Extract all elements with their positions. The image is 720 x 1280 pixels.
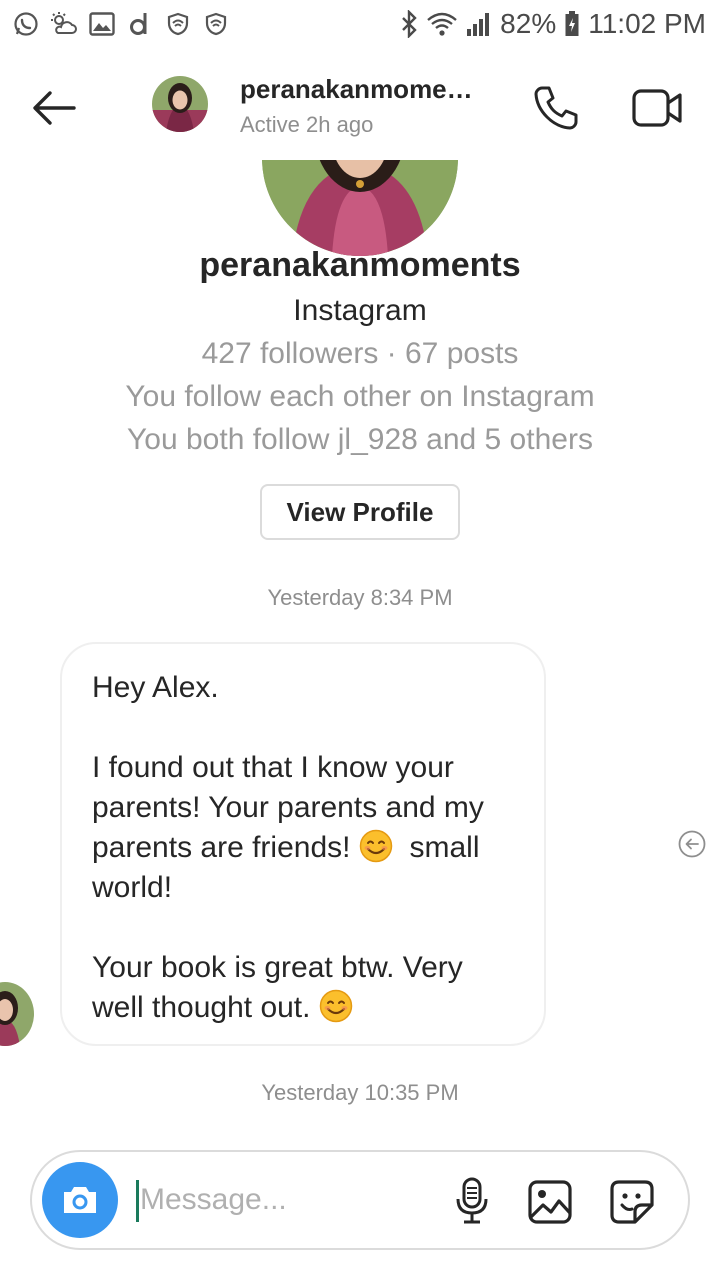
video-camera-icon bbox=[632, 89, 682, 127]
message-input[interactable] bbox=[140, 1174, 440, 1226]
smiling-emoji-icon bbox=[319, 989, 353, 1023]
back-arrow-icon bbox=[33, 91, 76, 125]
microphone-icon bbox=[456, 1177, 488, 1224]
active-status: Active 2h ago bbox=[240, 112, 374, 137]
camera-icon bbox=[64, 1187, 96, 1213]
voice-call-button[interactable] bbox=[528, 80, 584, 136]
gallery-notification-icon bbox=[88, 10, 116, 38]
weather-icon bbox=[50, 10, 78, 38]
voice-message-button[interactable] bbox=[450, 1176, 494, 1226]
message-composer bbox=[30, 1150, 690, 1250]
follow-status: You follow each other on Instagram bbox=[125, 380, 595, 413]
message-timestamp: Yesterday 10:35 PM bbox=[261, 1080, 459, 1105]
view-profile-button[interactable]: View Profile bbox=[260, 484, 460, 540]
d-app-icon bbox=[126, 10, 154, 38]
status-bar: 82% 11:02 PM bbox=[0, 0, 720, 48]
battery-percent: 82% bbox=[500, 8, 557, 39]
vpn-shield-icon bbox=[164, 10, 192, 38]
header-username[interactable]: peranakanmome… bbox=[240, 74, 480, 105]
whatsapp-icon bbox=[12, 10, 40, 38]
profile-stats: 427 followers · 67 posts bbox=[201, 337, 519, 370]
profile-username: peranakanmoments bbox=[199, 246, 521, 284]
sticker-button[interactable] bbox=[608, 1178, 656, 1226]
chat-header: peranakanmome… Active 2h ago bbox=[0, 48, 720, 160]
clock: 11:02 PM bbox=[588, 8, 706, 39]
video-call-button[interactable] bbox=[628, 80, 688, 136]
profile-platform: Instagram bbox=[293, 294, 427, 327]
message-text: Hey Alex. bbox=[92, 671, 219, 704]
image-icon bbox=[528, 1180, 572, 1224]
sender-avatar[interactable] bbox=[0, 982, 34, 1046]
signal-icon bbox=[466, 11, 492, 37]
gallery-button[interactable] bbox=[526, 1178, 574, 1226]
smiling-emoji-icon bbox=[359, 829, 393, 863]
message-bubble[interactable]: Hey Alex. I found out that I know your p… bbox=[60, 642, 546, 1046]
bluetooth-icon bbox=[400, 10, 418, 38]
reply-arrow-icon[interactable] bbox=[678, 830, 706, 858]
vpn-shield-icon-2 bbox=[202, 10, 230, 38]
battery-charging-icon bbox=[564, 10, 580, 38]
back-button[interactable] bbox=[24, 78, 84, 138]
notification-icons bbox=[12, 8, 230, 40]
message-text: Your book is great btw. Very well though… bbox=[92, 951, 463, 1024]
message-timestamp: Yesterday 8:34 PM bbox=[267, 585, 453, 610]
text-caret bbox=[136, 1180, 139, 1222]
camera-button[interactable] bbox=[42, 1162, 118, 1238]
system-indicators: 82% 11:02 PM bbox=[400, 6, 706, 42]
mutual-followers: You both follow jl_928 and 5 others bbox=[127, 423, 593, 456]
wifi-icon bbox=[426, 11, 458, 37]
header-avatar[interactable] bbox=[152, 76, 208, 132]
sticker-icon bbox=[610, 1180, 654, 1224]
phone-icon bbox=[534, 86, 578, 130]
